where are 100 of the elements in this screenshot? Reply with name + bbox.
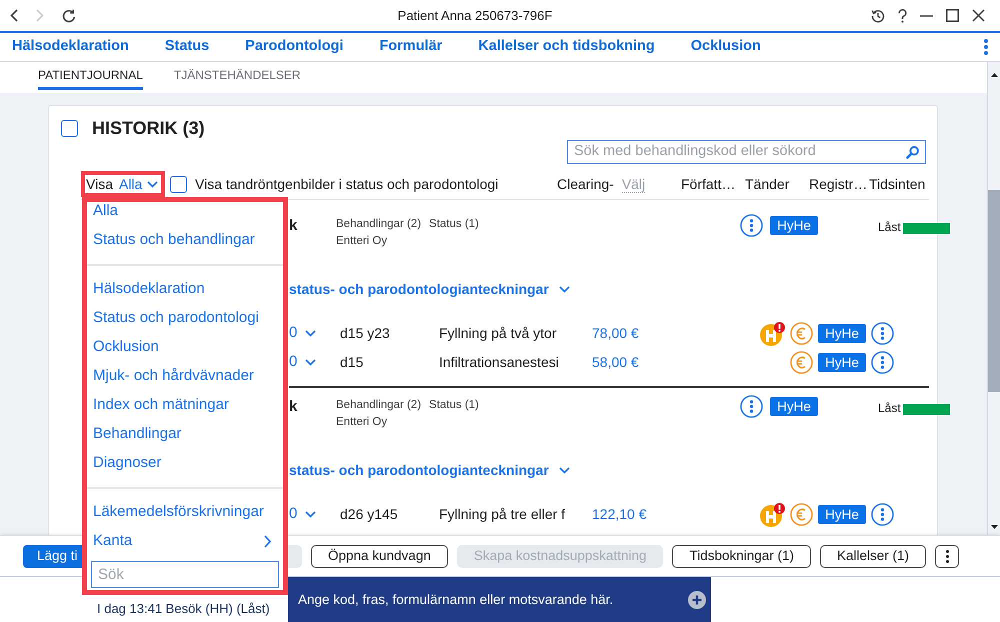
teeth-text: d15 y23 <box>340 324 390 340</box>
author-badge[interactable]: HyHe <box>818 505 866 524</box>
nav-tab[interactable]: Status <box>164 36 210 58</box>
scroll-thumb[interactable] <box>988 190 1000 392</box>
author-badge[interactable]: HyHe <box>770 397 818 416</box>
scroll-down-icon[interactable] <box>990 525 998 529</box>
refresh-icon[interactable] <box>62 8 76 22</box>
nav-tab[interactable]: Formulär <box>379 36 442 58</box>
scroll-up-icon[interactable] <box>990 73 998 77</box>
more-button[interactable] <box>935 544 960 568</box>
chevron-down-icon <box>558 466 570 474</box>
status-line-text: I dag 13:41 Besök (HH) (Låst) <box>97 601 270 616</box>
add-button[interactable]: Lägg ti <box>23 544 83 568</box>
toolbar-button[interactable]: Öppna kundvagn <box>311 544 448 568</box>
clearing-dropdown[interactable]: Välj <box>622 176 646 192</box>
column-header: Tänder <box>745 174 790 194</box>
more-icon[interactable] <box>871 351 894 374</box>
nav-tab[interactable]: Hälsodeklaration <box>12 36 129 58</box>
search-icon[interactable] <box>906 146 919 158</box>
more-icon[interactable] <box>740 214 763 237</box>
visit-title: k <box>289 398 298 415</box>
code-dropdown[interactable]: 0 <box>289 351 340 374</box>
menu-item[interactable]: Status och parodontologi <box>87 309 283 338</box>
close-icon[interactable] <box>972 9 985 22</box>
euro-icon[interactable] <box>790 322 813 345</box>
code-dropdown[interactable]: 0 <box>289 503 340 526</box>
command-bar[interactable]: Ange kod, fras, formulärnamn eller motsvarande här. <box>288 577 711 622</box>
menu-item[interactable]: Mjuk- och hårdvävnader <box>87 367 283 396</box>
treatment-description: Fyllning på tre eller f <box>439 506 566 522</box>
menu-item[interactable]: Behandlingar <box>87 425 283 454</box>
more-icon[interactable] <box>871 322 894 345</box>
menu-item[interactable]: Ocklusion <box>87 338 283 367</box>
count-text: Status (1) <box>429 398 479 413</box>
menu-item[interactable]: Kanta <box>87 532 283 561</box>
section-title: HISTORIK (3) <box>92 116 205 140</box>
alert-icon[interactable] <box>760 322 785 346</box>
teeth-text: d15 <box>340 354 364 370</box>
maximize-icon[interactable] <box>946 9 959 22</box>
euro-icon[interactable] <box>790 503 813 526</box>
price-text: 122,10 € <box>592 506 646 522</box>
chevron-down-icon <box>305 511 316 518</box>
history-icon[interactable] <box>871 8 885 22</box>
checkbox-label: Visa tandröntgenbilder i status och parodontologi <box>195 174 498 194</box>
status-text: Låst <box>878 401 901 415</box>
menu-item[interactable]: Alla <box>87 202 283 231</box>
author-badge[interactable]: HyHe <box>818 353 866 372</box>
chevron-down-icon <box>305 330 316 337</box>
treatment-description: Infiltrationsanestesi <box>439 354 559 370</box>
chevron-down-icon <box>305 359 316 366</box>
teeth-text: d26 y145 <box>340 506 398 522</box>
chevron-down-icon <box>558 286 570 292</box>
nav-tab[interactable]: Kallelser och tidsbokning <box>478 36 655 58</box>
view-dropdown[interactable]: Alla <box>118 174 158 194</box>
menu-item[interactable]: Status och behandlingar <box>87 231 283 260</box>
nav-tab[interactable]: Ocklusion <box>690 36 761 58</box>
column-header: Författ… <box>681 174 736 194</box>
author-badge[interactable]: HyHe <box>770 216 818 235</box>
more-icon[interactable] <box>984 39 988 55</box>
sub-tab[interactable]: PATIENTJOURNAL <box>38 62 143 90</box>
column-header: Clearing- <box>557 174 614 194</box>
toolbar-button[interactable]: Tidsbokningar (1) <box>672 544 812 568</box>
menu-item[interactable]: Hälsodeklaration <box>87 280 283 309</box>
menu-item[interactable]: Diagnoser <box>87 454 283 483</box>
more-icon[interactable] <box>871 503 894 526</box>
column-header: Registr… <box>809 174 868 194</box>
code-dropdown[interactable]: 0 <box>289 322 340 345</box>
count-text: Behandlingar (2) <box>336 217 422 232</box>
scrollbar[interactable] <box>987 62 1000 535</box>
search-field[interactable]: Sök med behandlingskod eller sökord <box>567 140 926 164</box>
visit-title: k <box>289 217 298 234</box>
back-icon[interactable] <box>10 9 18 22</box>
euro-icon[interactable] <box>790 351 813 374</box>
window-title: Patient Anna 250673-796F <box>398 6 552 25</box>
alert-icon[interactable] <box>760 502 785 526</box>
clinic-name: Entteri Oy <box>336 234 388 249</box>
more-icon <box>946 550 949 562</box>
notes-link[interactable]: status- och parodontologianteckningar <box>289 460 570 480</box>
help-icon[interactable] <box>898 8 907 22</box>
notes-link[interactable]: status- och parodontologianteckningar <box>289 279 570 299</box>
sub-tab[interactable]: TJÄNSTEHÄNDELSER <box>174 62 301 90</box>
checkbox[interactable] <box>170 176 187 192</box>
toolbar-button[interactable]: Kallelser (1) <box>820 544 926 568</box>
add-icon[interactable] <box>688 590 706 608</box>
price-text: 78,00 € <box>592 324 639 340</box>
menu-item[interactable]: Index och mätningar <box>87 396 283 425</box>
checkbox[interactable] <box>61 120 78 136</box>
treatment-description: Fyllning på två ytor <box>439 324 556 340</box>
search-field[interactable]: Sök <box>91 561 279 588</box>
nav-tab[interactable]: Parodontologi <box>245 36 344 58</box>
status-text: Låst <box>878 220 901 234</box>
column-header: Tidsinten <box>869 174 926 194</box>
clinic-name: Entteri Oy <box>336 415 388 430</box>
menu-item[interactable]: Läkemedelsförskrivningar <box>87 503 283 532</box>
count-text: Behandlingar (2) <box>336 398 422 413</box>
count-text: Status (1) <box>429 217 479 232</box>
minimize-icon[interactable] <box>920 14 933 16</box>
view-label: Visa <box>86 174 113 194</box>
more-icon[interactable] <box>740 395 763 418</box>
author-badge[interactable]: HyHe <box>818 324 866 343</box>
command-field[interactable]: Ange kod, fras, formulärnamn eller motsvarande här. <box>298 588 688 610</box>
